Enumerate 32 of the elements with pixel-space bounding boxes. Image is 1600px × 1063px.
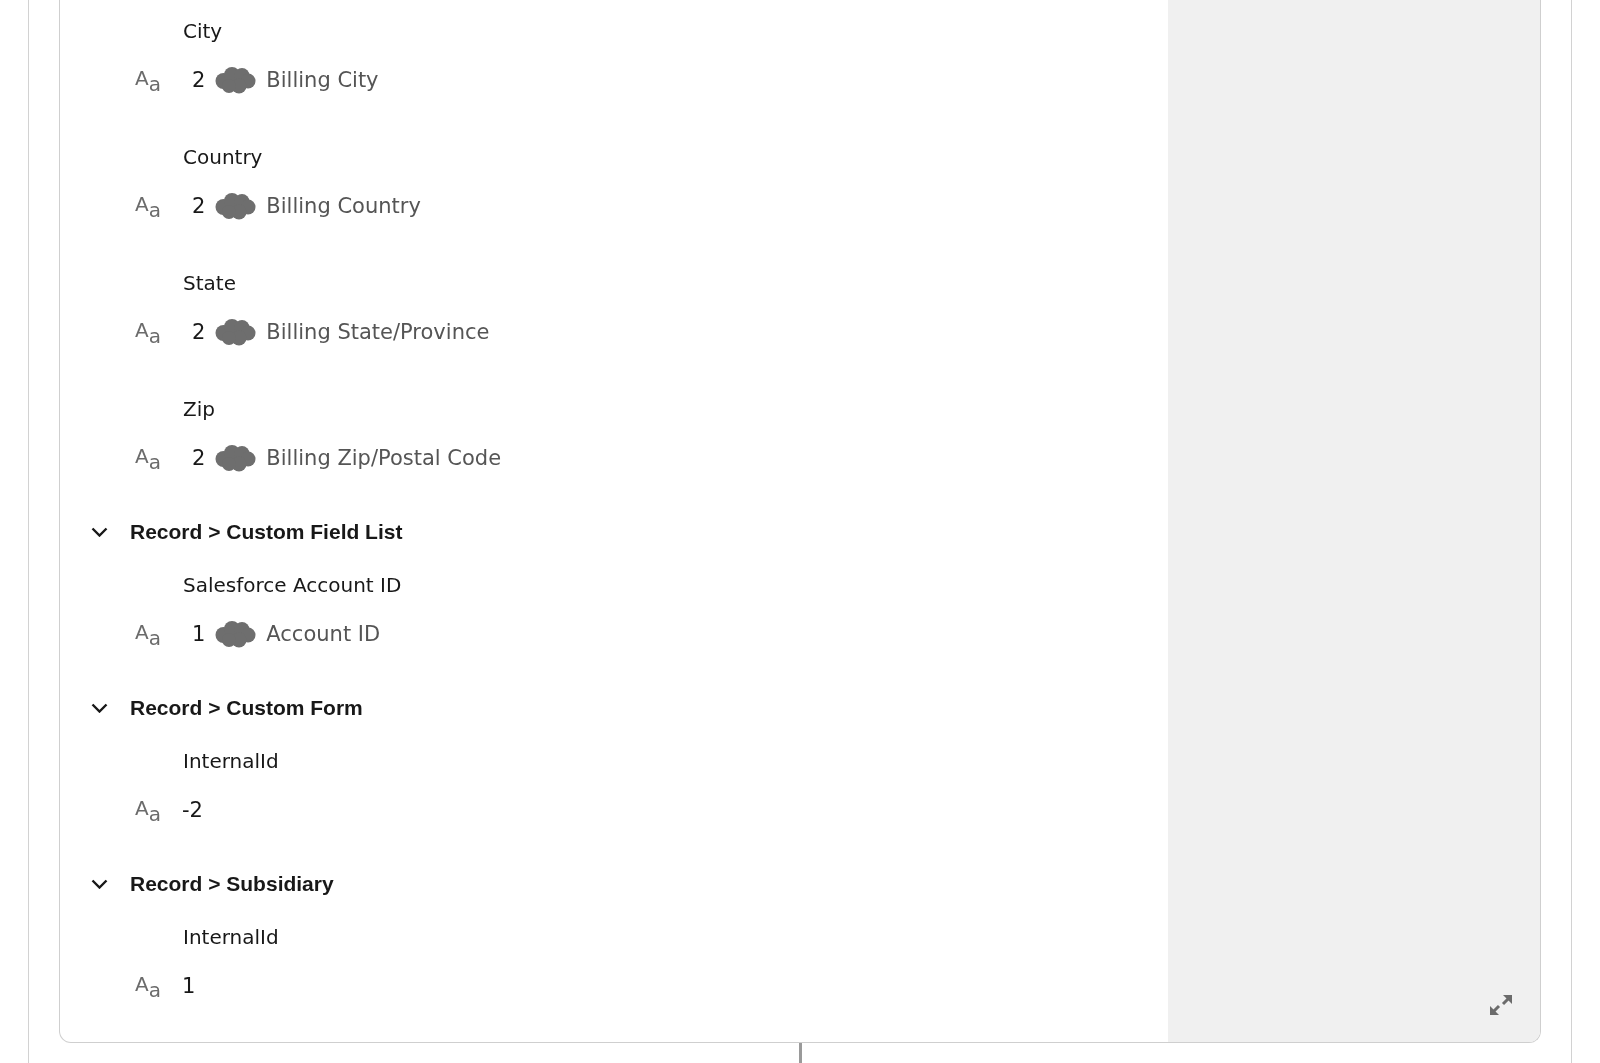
- cloud-icon: [215, 620, 257, 648]
- field-label: InternalId: [183, 748, 279, 775]
- cloud-icon: [215, 192, 257, 220]
- count-number: 2: [191, 445, 206, 472]
- count-number: 2: [191, 319, 206, 346]
- cloud-icon: [215, 66, 257, 94]
- source-field-name: Billing Zip/Postal Code: [266, 445, 502, 472]
- section-title: Record > Custom Form: [130, 695, 363, 721]
- field-label: Zip: [183, 396, 215, 423]
- source-field-name: Billing City: [266, 67, 379, 94]
- source-field-name: Account ID: [266, 621, 381, 648]
- section-title: Record > Custom Field List: [130, 519, 403, 545]
- section-title: Record > Subsidiary: [130, 871, 334, 897]
- field-value: 1: [181, 973, 196, 1000]
- chevron-down-icon[interactable]: [91, 527, 108, 537]
- field-label: Salesforce Account ID: [183, 572, 402, 599]
- cloud-icon: [215, 318, 257, 346]
- count-number: 2: [191, 193, 206, 220]
- chevron-down-icon[interactable]: [91, 703, 108, 713]
- cloud-icon: [215, 444, 257, 472]
- expand-icon[interactable]: [1488, 993, 1514, 1017]
- field-label: InternalId: [183, 924, 279, 951]
- source-field-name: Billing State/Province: [266, 319, 490, 346]
- chevron-down-icon[interactable]: [91, 879, 108, 889]
- count-number: 2: [191, 67, 206, 94]
- field-value: -2: [181, 797, 203, 824]
- connector-line: [798, 1043, 802, 1063]
- field-label: Country: [183, 144, 263, 171]
- field-label: City: [183, 18, 223, 45]
- count-number: 1: [191, 621, 206, 648]
- source-field-name: Billing Country: [266, 193, 421, 220]
- field-label: State: [183, 270, 236, 297]
